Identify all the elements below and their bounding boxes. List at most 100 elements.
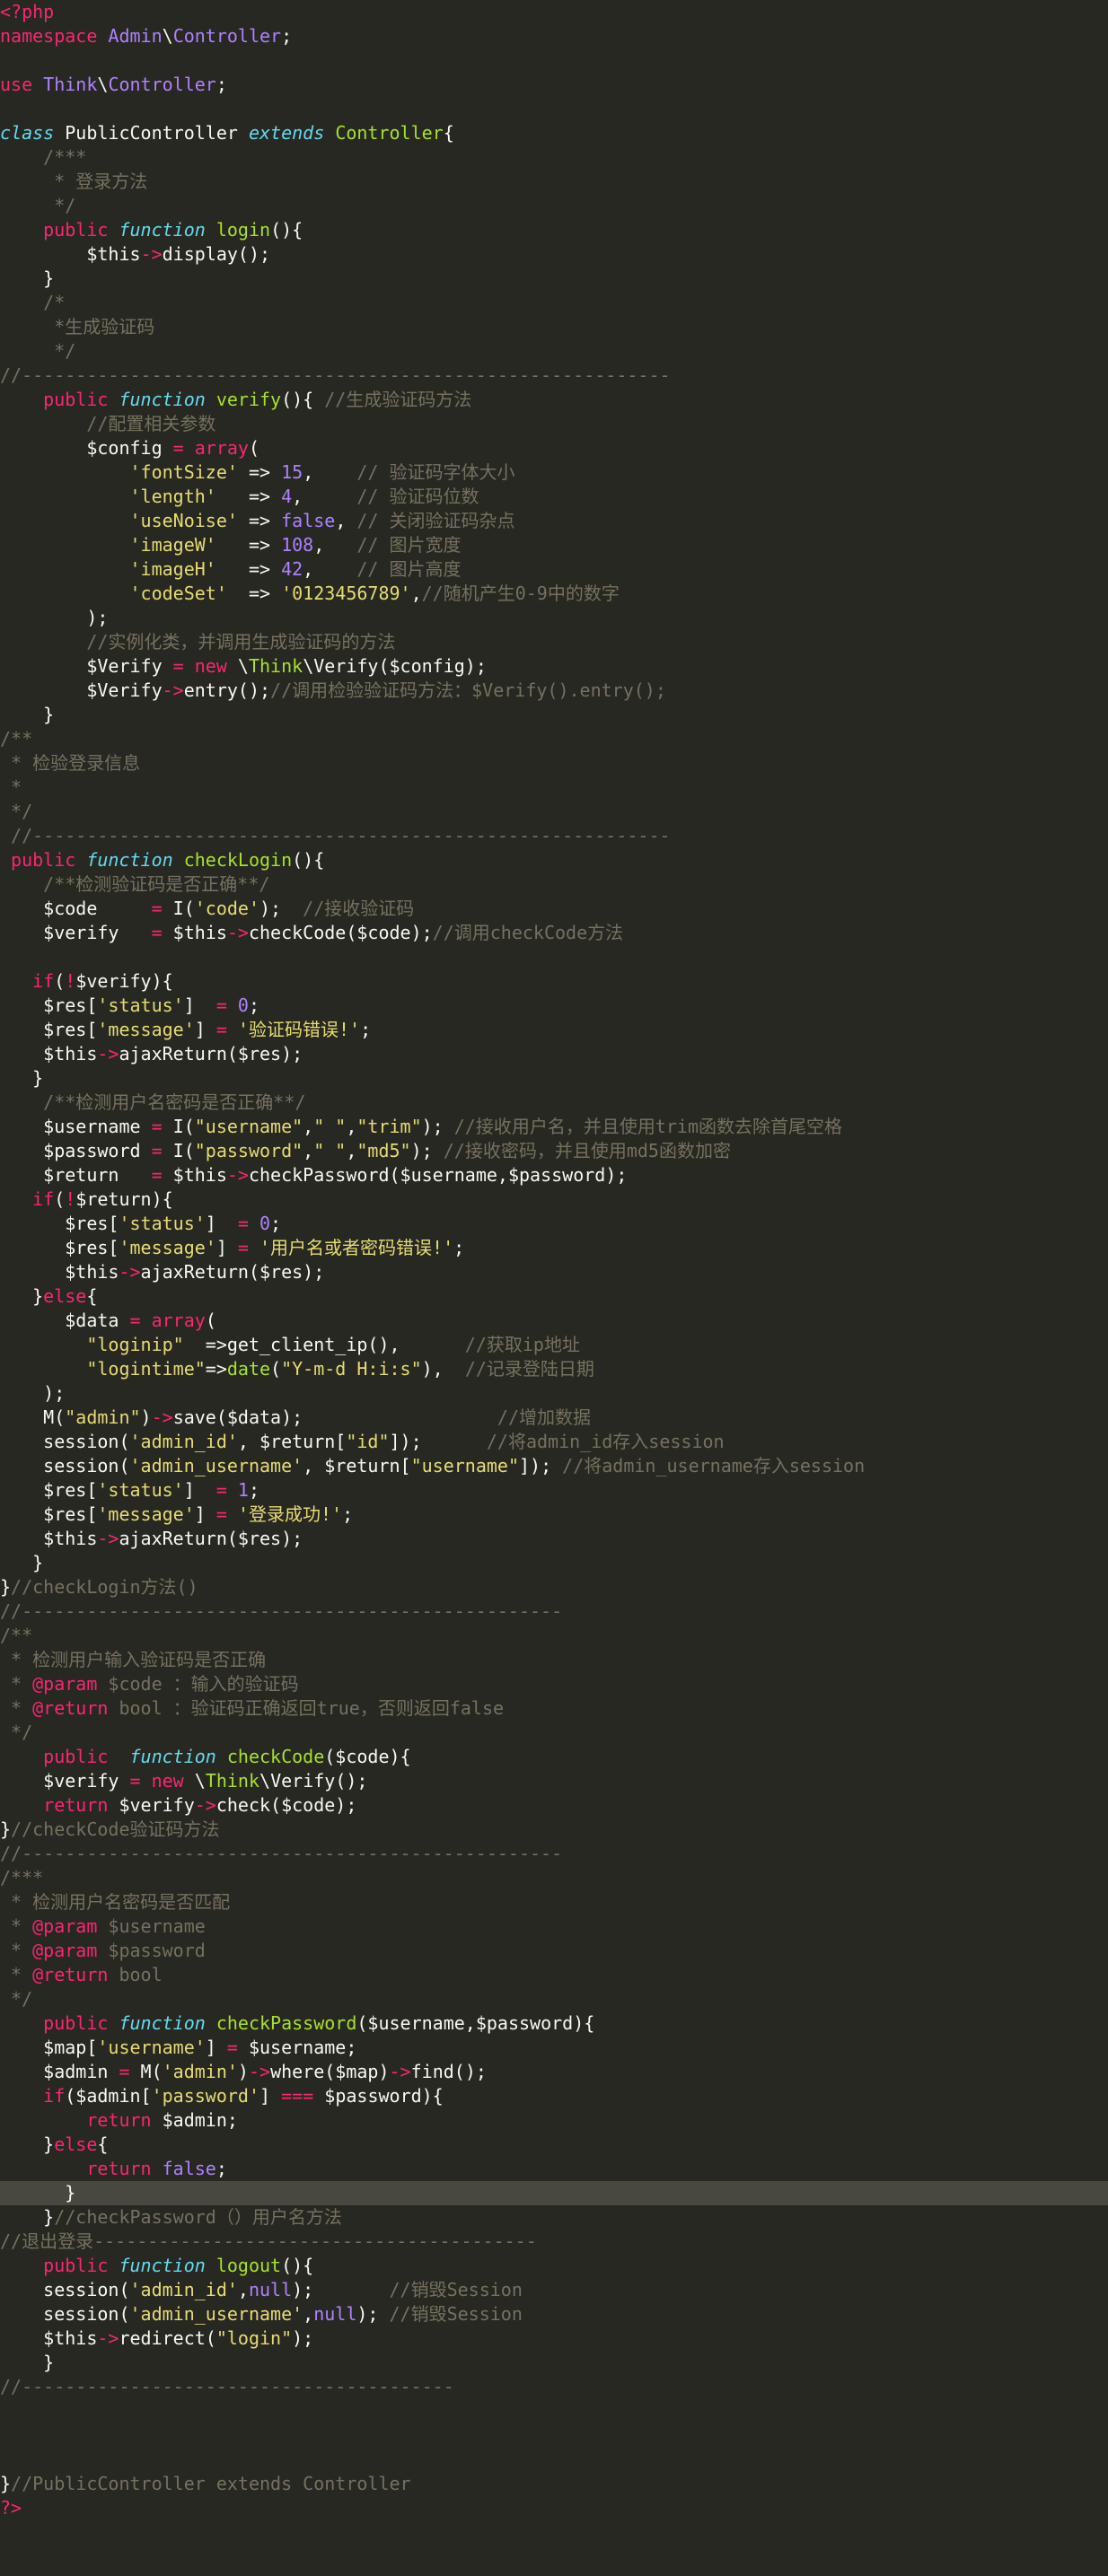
code-line[interactable]: <?php xyxy=(0,0,1108,24)
code-line[interactable]: return false; xyxy=(0,2157,1108,2181)
code-line[interactable]: //实例化类，并调用生成验证码的方法 xyxy=(0,630,1108,654)
code-line[interactable]: M("admin")->save($data); //增加数据 xyxy=(0,1406,1108,1430)
code-line[interactable]: session('admin_username', $return["usern… xyxy=(0,1454,1108,1478)
code-line[interactable]: 'useNoise' => false, // 关闭验证码杂点 xyxy=(0,509,1108,533)
code-line[interactable]: */ xyxy=(0,800,1108,824)
code-line[interactable]: 'codeSet' => '0123456789',//随机产生0-9中的数字 xyxy=(0,582,1108,606)
code-line[interactable]: $code = I('code'); //接收验证码 xyxy=(0,897,1108,921)
code-line[interactable]: use Think\Controller; xyxy=(0,73,1108,97)
code-line[interactable]: $res['message'] = '用户名或者密码错误!'; xyxy=(0,1236,1108,1260)
code-line[interactable]: $map['username'] = $username; xyxy=(0,2036,1108,2060)
code-line[interactable]: * 检测用户输入验证码是否正确 xyxy=(0,1648,1108,1672)
code-line[interactable] xyxy=(0,2448,1108,2472)
code-line[interactable]: * @param $password xyxy=(0,1939,1108,1963)
code-line[interactable]: $this->ajaxReturn($res); xyxy=(0,1527,1108,1551)
code-line[interactable]: $Verify = new \Think\Verify($config); xyxy=(0,654,1108,679)
code-line[interactable]: 'length' => 4, // 验证码位数 xyxy=(0,485,1108,509)
code-line[interactable]: }//checkLogin方法() xyxy=(0,1575,1108,1599)
code-line[interactable]: session('admin_id', $return["id"]); //将a… xyxy=(0,1430,1108,1454)
code-line[interactable]: "logintime"=>date("Y-m-d H:i:s"), //记录登陆… xyxy=(0,1357,1108,1381)
code-line[interactable]: */ xyxy=(0,1721,1108,1745)
code-line[interactable]: $res['message'] = '验证码错误!'; xyxy=(0,1018,1108,1042)
code-line[interactable]: /**检测用户名密码是否正确**/ xyxy=(0,1091,1108,1115)
code-line[interactable]: //--------------------------------------… xyxy=(0,1842,1108,1866)
code-line[interactable]: $admin = M('admin')->where($map)->find()… xyxy=(0,2060,1108,2084)
code-line[interactable] xyxy=(0,945,1108,969)
code-line[interactable]: 'fontSize' => 15, // 验证码字体大小 xyxy=(0,460,1108,485)
code-line[interactable]: ); xyxy=(0,606,1108,630)
code-line[interactable]: $res['status'] = 0; xyxy=(0,1212,1108,1236)
code-line[interactable]: $res['status'] = 0; xyxy=(0,994,1108,1018)
code-line[interactable]: } xyxy=(0,703,1108,727)
code-line[interactable]: }//checkCode验证码方法 xyxy=(0,1818,1108,1842)
code-line[interactable]: $config = array( xyxy=(0,436,1108,460)
code-line[interactable]: ?> xyxy=(0,2496,1108,2520)
code-line[interactable]: }else{ xyxy=(0,2133,1108,2157)
code-line[interactable]: *生成验证码 xyxy=(0,315,1108,339)
code-line[interactable]: return $verify->check($code); xyxy=(0,1793,1108,1818)
code-line[interactable]: //--------------------------------------… xyxy=(0,1599,1108,1624)
code-line[interactable]: } xyxy=(0,2351,1108,2375)
code-line[interactable]: public function login(){ xyxy=(0,218,1108,242)
code-line[interactable]: * 登录方法 xyxy=(0,170,1108,194)
code-line[interactable]: */ xyxy=(0,1987,1108,2011)
code-line[interactable]: /**检测验证码是否正确**/ xyxy=(0,872,1108,897)
code-line[interactable]: class PublicController extends Controlle… xyxy=(0,121,1108,145)
code-line[interactable]: /*** xyxy=(0,145,1108,170)
code-line[interactable]: * 检验登录信息 xyxy=(0,751,1108,775)
code-line[interactable]: $data = array( xyxy=(0,1309,1108,1333)
code-line[interactable]: //退出登录----------------------------------… xyxy=(0,2230,1108,2254)
code-line[interactable]: public function verify(){ //生成验证码方法 xyxy=(0,388,1108,412)
code-line[interactable]: $verify = $this->checkCode($code);//调用ch… xyxy=(0,921,1108,945)
code-line[interactable]: * @return bool xyxy=(0,1963,1108,1987)
code-line[interactable] xyxy=(0,2423,1108,2448)
code-line[interactable]: ); xyxy=(0,1381,1108,1406)
code-line[interactable]: $this->redirect("login"); xyxy=(0,2326,1108,2351)
code-line[interactable]: * @return bool ：验证码正确返回true，否则返回false xyxy=(0,1696,1108,1721)
code-line[interactable]: }//PublicController extends Controller xyxy=(0,2472,1108,2496)
code-line[interactable]: 'imageH' => 42, // 图片高度 xyxy=(0,557,1108,582)
code-line[interactable]: public function checkLogin(){ xyxy=(0,848,1108,872)
code-line[interactable]: $username = I("username"," ","trim"); //… xyxy=(0,1115,1108,1139)
code-line[interactable]: $password = I("password"," ","md5"); //接… xyxy=(0,1139,1108,1163)
code-line[interactable] xyxy=(0,48,1108,73)
code-line[interactable]: $res['message'] = '登录成功!'; xyxy=(0,1503,1108,1527)
code-line[interactable]: $this->ajaxReturn($res); xyxy=(0,1042,1108,1066)
code-line[interactable]: $this->ajaxReturn($res); xyxy=(0,1260,1108,1284)
code-line[interactable]: } xyxy=(0,1066,1108,1091)
code-line[interactable] xyxy=(0,2399,1108,2423)
code-line[interactable]: * @param $username xyxy=(0,1914,1108,1939)
code-line[interactable]: session('admin_id',null); //销毁Session xyxy=(0,2278,1108,2302)
code-line[interactable]: //--------------------------------------… xyxy=(0,824,1108,848)
code-line[interactable]: } xyxy=(0,1551,1108,1575)
code-line[interactable]: //配置相关参数 xyxy=(0,412,1108,436)
code-line[interactable]: * 检测用户名密码是否匹配 xyxy=(0,1890,1108,1914)
code-line[interactable]: $Verify->entry();//调用检验验证码方法：$Verify().e… xyxy=(0,679,1108,703)
code-line[interactable]: if(!$return){ xyxy=(0,1187,1108,1212)
code-editor[interactable]: <?php namespace Admin\Controller; use Thin… xyxy=(0,0,1108,2576)
code-line[interactable]: /*** xyxy=(0,1866,1108,1890)
code-line[interactable]: /* xyxy=(0,291,1108,315)
code-line[interactable]: }//checkPassword（）用户名方法 xyxy=(0,2205,1108,2230)
code-line[interactable]: $verify = new \Think\Verify(); xyxy=(0,1769,1108,1793)
code-line[interactable]: public function checkCode($code){ xyxy=(0,1745,1108,1769)
code-line[interactable]: }else{ xyxy=(0,1284,1108,1309)
code-line[interactable] xyxy=(0,97,1108,121)
code-line[interactable]: * @param $code ：输入的验证码 xyxy=(0,1672,1108,1696)
code-line[interactable]: return $admin; xyxy=(0,2108,1108,2133)
code-line[interactable]: * xyxy=(0,775,1108,800)
code-line[interactable]: $res['status'] = 1; xyxy=(0,1478,1108,1503)
code-line[interactable]: } xyxy=(0,267,1108,291)
code-line[interactable]: $this->display(); xyxy=(0,242,1108,267)
code-line[interactable]: /** xyxy=(0,727,1108,751)
code-line[interactable]: public function logout(){ xyxy=(0,2254,1108,2278)
code-line[interactable]: if(!$verify){ xyxy=(0,969,1108,994)
code-line[interactable]: session('admin_username',null); //销毁Sess… xyxy=(0,2302,1108,2326)
code-line[interactable]: namespace Admin\Controller; xyxy=(0,24,1108,48)
code-line[interactable]: public function checkPassword($username,… xyxy=(0,2011,1108,2036)
code-line[interactable]: /** xyxy=(0,1624,1108,1648)
code-line[interactable]: //--------------------------------------… xyxy=(0,364,1108,388)
code-line[interactable]: */ xyxy=(0,194,1108,218)
code-line[interactable]: if($admin['password'] === $password){ xyxy=(0,2084,1108,2108)
code-line[interactable]: //--------------------------------------… xyxy=(0,2375,1108,2399)
